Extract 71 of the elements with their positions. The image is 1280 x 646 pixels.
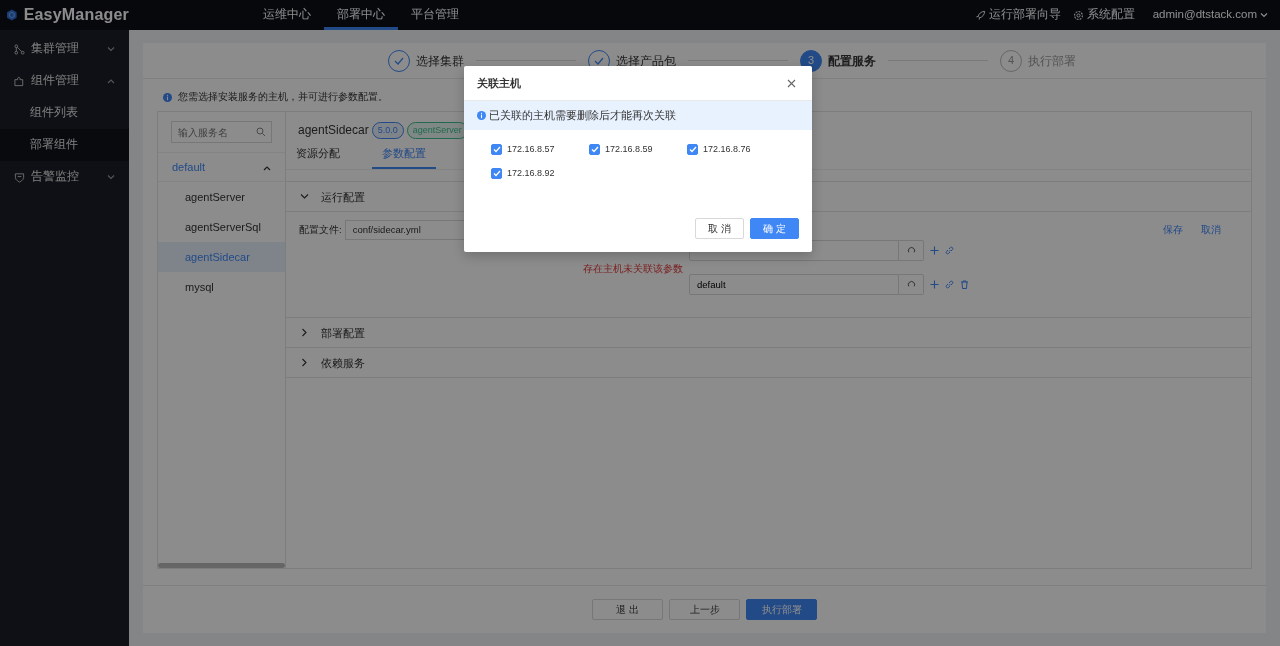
dialog-button[interactable]: 确 定 bbox=[750, 218, 799, 239]
alert-text: 已关联的主机需要删除后才能再次关联 bbox=[489, 108, 676, 124]
header-link[interactable]: 运行部署向导 bbox=[974, 6, 1061, 24]
app-logo-text: EasyManager bbox=[23, 5, 129, 25]
tab[interactable]: 参数配置 bbox=[372, 139, 436, 170]
step-label: 选择产品包 bbox=[616, 52, 676, 70]
header-link[interactable]: 系统配置 bbox=[1072, 6, 1135, 24]
step-label: 选择集群 bbox=[416, 52, 464, 70]
service-item[interactable]: agentServerSql bbox=[158, 212, 285, 243]
chevron-right-icon bbox=[300, 358, 309, 368]
user-menu[interactable]: admin@dtstack.com bbox=[1152, 6, 1268, 24]
section-header[interactable]: 部署配置 bbox=[286, 317, 1251, 348]
checkbox[interactable] bbox=[491, 167, 502, 179]
plus-icon[interactable] bbox=[930, 246, 939, 256]
search-icon bbox=[256, 127, 266, 138]
dialog-button[interactable]: 取 消 bbox=[695, 218, 744, 239]
close-icon[interactable] bbox=[787, 78, 796, 88]
settings-icon bbox=[1072, 9, 1084, 21]
plus-icon[interactable] bbox=[930, 280, 939, 290]
trash-icon[interactable] bbox=[960, 280, 969, 290]
dialog-title: 关联主机 bbox=[477, 75, 521, 91]
field-label: 配置文件: bbox=[299, 223, 342, 238]
chevron-down-icon bbox=[300, 192, 309, 202]
footer-button[interactable]: 上一步 bbox=[669, 599, 740, 620]
step-label: 配置服务 bbox=[828, 52, 876, 70]
step-number: 3 bbox=[800, 49, 822, 72]
chevron-down-icon bbox=[107, 174, 115, 181]
service-title: agentSidecar bbox=[298, 122, 369, 140]
chevron-down-icon bbox=[1260, 12, 1268, 18]
service-item[interactable]: agentServer bbox=[158, 182, 285, 213]
sidebar-item[interactable]: 组件管理 bbox=[0, 65, 129, 97]
reset-button[interactable] bbox=[899, 240, 924, 262]
sidebar-item[interactable]: 集群管理 bbox=[0, 33, 129, 65]
action-link[interactable]: 保存 bbox=[1163, 223, 1183, 238]
host-label: 172.16.8.76 bbox=[703, 143, 751, 156]
tab[interactable]: 资源分配 bbox=[286, 139, 350, 170]
chevron-down-icon bbox=[107, 46, 115, 53]
chevron-up-icon bbox=[107, 78, 115, 85]
section-header[interactable]: 依赖服务 bbox=[286, 347, 1251, 378]
link-icon[interactable] bbox=[945, 280, 954, 290]
version-tag: 5.0.0 bbox=[371, 121, 404, 139]
info-icon bbox=[477, 111, 486, 120]
footer-button[interactable]: 退 出 bbox=[592, 599, 663, 620]
notice-text: 您需选择安装服务的主机，并可进行参数配置。 bbox=[178, 90, 388, 104]
service-item[interactable]: mysql bbox=[158, 272, 285, 303]
nav-tab[interactable]: 运维中心 bbox=[250, 0, 324, 30]
sidebar-item[interactable]: 告警监控 bbox=[0, 161, 129, 193]
sidebar-subitem[interactable]: 部署组件 bbox=[0, 129, 129, 161]
checkbox[interactable] bbox=[589, 144, 600, 156]
chevron-right-icon bbox=[300, 328, 309, 338]
shield-icon bbox=[14, 171, 25, 183]
host-label: 172.16.8.59 bbox=[605, 143, 653, 156]
checkbox[interactable] bbox=[687, 144, 698, 156]
footer-button[interactable]: 执行部署 bbox=[746, 599, 817, 620]
reset-button[interactable] bbox=[899, 274, 924, 296]
chevron-up-icon bbox=[263, 165, 271, 172]
sidebar-subitem[interactable]: 组件列表 bbox=[0, 97, 129, 129]
group-header[interactable]: default bbox=[158, 152, 285, 183]
nav-tab[interactable]: 部署中心 bbox=[324, 0, 398, 30]
warning-text: 存在主机未关联该参数 bbox=[583, 262, 683, 274]
rocket-icon bbox=[974, 9, 986, 21]
checkbox[interactable] bbox=[491, 144, 502, 156]
host-label: 172.16.8.92 bbox=[507, 166, 555, 180]
host-label: 172.16.8.57 bbox=[507, 143, 555, 156]
nodes-icon bbox=[14, 43, 25, 55]
info-icon bbox=[163, 92, 172, 102]
link-icon[interactable] bbox=[945, 246, 954, 256]
param-field[interactable]: default bbox=[689, 274, 899, 296]
action-link[interactable]: 取消 bbox=[1201, 223, 1221, 238]
search-field[interactable]: 输入服务名 bbox=[171, 121, 272, 144]
nav-tab[interactable]: 平台管理 bbox=[398, 0, 472, 30]
